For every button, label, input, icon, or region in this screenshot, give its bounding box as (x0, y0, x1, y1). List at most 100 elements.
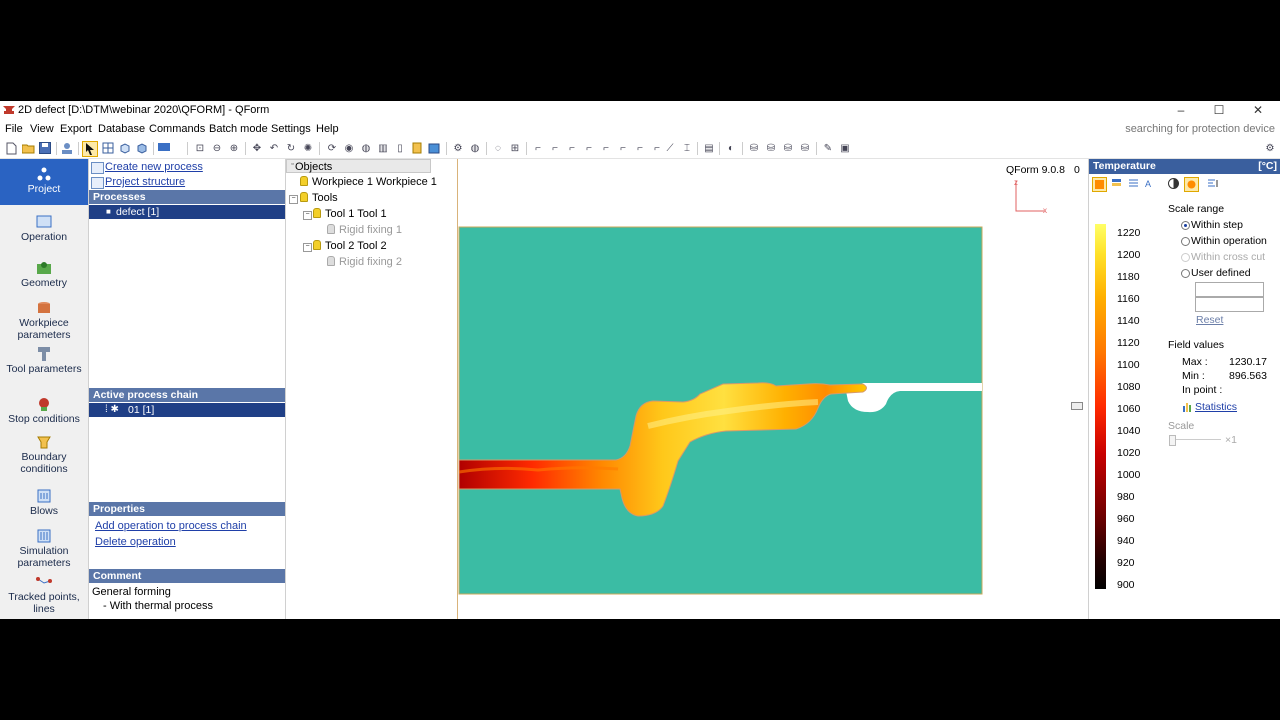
menu-help[interactable]: Help (316, 123, 339, 135)
package-icon[interactable]: ▣ (838, 141, 852, 155)
range-max-input[interactable] (1195, 282, 1264, 297)
menu-settings[interactable]: Settings (271, 123, 311, 135)
menu-file[interactable]: File (5, 123, 23, 135)
db-4-icon[interactable]: ⛁ (798, 141, 812, 155)
eye-icon[interactable]: ◉ (342, 141, 356, 155)
statistics-icon[interactable] (1182, 402, 1193, 412)
db-3-icon[interactable]: ⛁ (781, 141, 795, 155)
menu-commands[interactable]: Commands (149, 123, 205, 135)
tree-tools[interactable]: Tools (300, 192, 338, 204)
new-file-icon[interactable] (4, 141, 18, 155)
rotate-3d-icon[interactable]: ↻ (284, 141, 298, 155)
cylinder-outline-icon[interactable]: ▯ (393, 141, 407, 155)
contrast-icon[interactable] (1167, 177, 1180, 190)
nav-geometry[interactable]: Geometry (0, 257, 88, 297)
collapse-tool1-icon[interactable]: − (303, 211, 312, 220)
save-icon[interactable] (38, 141, 52, 155)
shading-icon[interactable]: ◍ (359, 141, 373, 155)
light-icon[interactable]: ✺ (301, 141, 315, 155)
nav-operation[interactable]: Operation (0, 211, 88, 251)
view-cube-icon[interactable] (118, 141, 132, 155)
rotate-icon[interactable]: ↶ (267, 141, 281, 155)
graph-icon[interactable]: ▤ (702, 141, 716, 155)
settings-gear-icon[interactable]: ⚙ (1263, 141, 1277, 155)
nav-project[interactable]: Project (0, 159, 88, 205)
zoom-in-icon[interactable]: ⊕ (227, 141, 241, 155)
sort-icon[interactable] (1206, 177, 1219, 190)
menu-batch-mode[interactable]: Batch mode (209, 123, 268, 135)
project-structure-link[interactable]: Project structure (105, 176, 185, 188)
user-icon[interactable] (60, 141, 74, 155)
tool-shape-icon[interactable]: ◐ (724, 141, 738, 155)
delete-operation-link[interactable]: Delete operation (95, 536, 176, 548)
nav-simulation-parameters[interactable]: Simulation parameters (0, 527, 88, 573)
list-icon[interactable] (1127, 177, 1140, 190)
display-dropdown-icon[interactable] (158, 141, 172, 155)
within-step-label[interactable]: Within step (1191, 219, 1243, 231)
scale-slider-thumb[interactable] (1169, 435, 1176, 446)
tree-rigid-fixing-2[interactable]: Rigid fixing 2 (327, 256, 402, 268)
forging-model[interactable] (458, 226, 984, 596)
globe-icon[interactable]: ◍ (468, 141, 482, 155)
create-new-process-link[interactable]: Create new process (105, 161, 203, 173)
nav-boundary-conditions[interactable]: Boundary conditions (0, 435, 88, 481)
select-pointer-icon[interactable] (82, 141, 98, 157)
db-2-icon[interactable]: ⛁ (764, 141, 778, 155)
within-operation-radio[interactable] (1181, 237, 1190, 246)
solid-yellow-icon[interactable] (410, 141, 424, 155)
viewport-scrollbar-thumb[interactable] (1071, 402, 1083, 410)
measure-4-icon[interactable]: ⌐ (582, 141, 596, 155)
text-format-icon[interactable]: A (1144, 177, 1157, 190)
view-3d-icon[interactable] (135, 141, 149, 155)
minimize-button[interactable]: – (1168, 102, 1194, 119)
within-step-radio[interactable] (1181, 221, 1190, 230)
add-operation-link[interactable]: Add operation to process chain (95, 520, 247, 532)
user-defined-radio[interactable] (1181, 269, 1190, 278)
nav-tracked-points[interactable]: Tracked points, lines (0, 573, 88, 619)
measure-8-icon[interactable]: ⌐ (650, 141, 664, 155)
reset-link[interactable]: Reset (1196, 314, 1223, 326)
zoom-out-icon[interactable]: ⊖ (210, 141, 224, 155)
collapse-tools-icon[interactable]: − (289, 195, 298, 204)
nav-stop-conditions[interactable]: Stop conditions (0, 397, 88, 433)
collapse-tool2-icon[interactable]: − (303, 243, 312, 252)
maximize-button[interactable]: ☐ (1206, 102, 1232, 119)
nav-blows[interactable]: Blows (0, 487, 88, 523)
measure-5-icon[interactable]: ⌐ (599, 141, 613, 155)
menu-database[interactable]: Database (98, 123, 145, 135)
db-1-icon[interactable]: ⛁ (747, 141, 761, 155)
process-item[interactable]: ■ defect [1] (89, 205, 285, 219)
chain-item[interactable]: ⁞ ✱ 01 [1] (89, 403, 285, 417)
mesh-icon[interactable]: ⚙ (451, 141, 465, 155)
caliper-icon[interactable]: ⌶ (680, 141, 694, 155)
measure-1-icon[interactable]: ⌐ (531, 141, 545, 155)
ruler-icon[interactable]: ⟋ (663, 141, 677, 155)
measure-2-icon[interactable]: ⌐ (548, 141, 562, 155)
tree-rigid-fixing-1[interactable]: Rigid fixing 1 (327, 224, 402, 236)
close-button[interactable]: ✕ (1245, 102, 1271, 119)
measure-7-icon[interactable]: ⌐ (633, 141, 647, 155)
view-grid-icon[interactable] (101, 141, 115, 155)
zoom-fit-icon[interactable]: ⊡ (193, 141, 207, 155)
menu-export[interactable]: Export (60, 123, 92, 135)
simulation-viewport[interactable]: QForm 9.0.8 0 z x (457, 159, 1088, 619)
bands-icon[interactable] (1110, 177, 1123, 190)
open-folder-icon[interactable] (21, 141, 35, 155)
cylinder-icon[interactable]: ▥ (376, 141, 390, 155)
nav-tool-parameters[interactable]: Tool parameters (0, 345, 88, 391)
solid-blue-icon[interactable] (427, 141, 441, 155)
crop-icon[interactable]: ⊞ (508, 141, 522, 155)
sun-icon[interactable] (1184, 177, 1199, 192)
user-defined-label[interactable]: User defined (1191, 267, 1251, 279)
range-min-input[interactable] (1195, 297, 1264, 312)
nav-workpiece-parameters[interactable]: Workpiece parameters (0, 297, 88, 343)
color-scale-icon[interactable] (1092, 177, 1107, 192)
measure-6-icon[interactable]: ⌐ (616, 141, 630, 155)
measure-3-icon[interactable]: ⌐ (565, 141, 579, 155)
tree-workpiece-1[interactable]: Workpiece 1 Workpiece 1 (300, 176, 437, 188)
pan-icon[interactable]: ✥ (250, 141, 264, 155)
rotate-view-icon[interactable]: ⟳ (325, 141, 339, 155)
tree-tool-1[interactable]: Tool 1 Tool 1 (313, 208, 387, 220)
tree-tool-2[interactable]: Tool 2 Tool 2 (313, 240, 387, 252)
menu-view[interactable]: View (30, 123, 54, 135)
